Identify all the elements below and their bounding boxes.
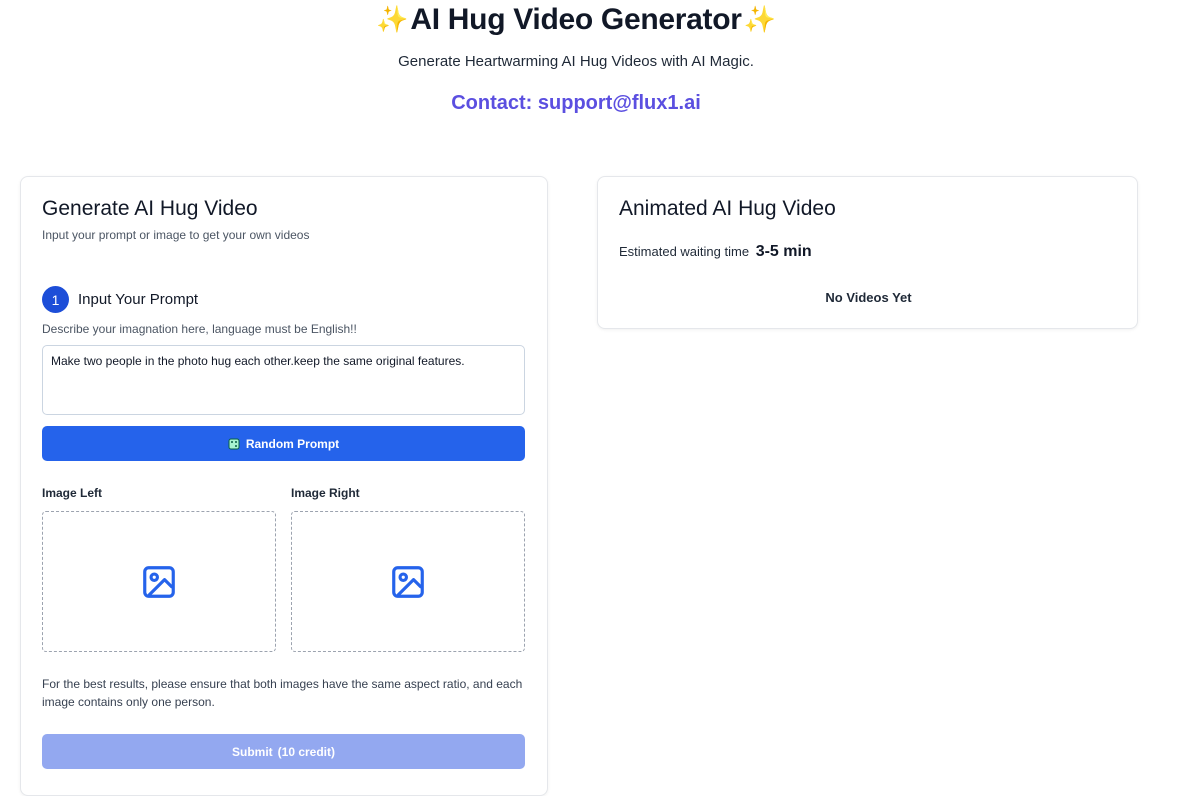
generator-subtitle: Input your prompt or image to get your o… xyxy=(42,228,310,242)
submit-credit: (10 credit) xyxy=(277,744,336,759)
generator-card: Generate AI Hug Video Input your prompt … xyxy=(20,176,548,796)
prompt-textarea[interactable]: Make two people in the photo hug each ot… xyxy=(42,345,525,415)
image-icon xyxy=(392,565,424,598)
waiting-time: Estimated waiting time 3-5 min xyxy=(619,243,812,261)
image-icon xyxy=(143,565,175,598)
waiting-time-value: 3-5 min xyxy=(755,243,812,260)
image-left-dropzone[interactable] xyxy=(42,511,276,652)
output-card: Animated AI Hug Video Estimated waiting … xyxy=(597,176,1138,329)
image-right-label: Image Right xyxy=(291,486,360,500)
prompt-hint: Describe your imagnation here, language … xyxy=(42,322,357,336)
output-title: Animated AI Hug Video xyxy=(619,197,836,220)
page-title: ✨ AI Hug Video Generator ✨ xyxy=(0,0,1152,40)
dice-icon xyxy=(228,438,240,449)
sparkle-icon: ✨ xyxy=(743,5,776,35)
submit-label: Submit xyxy=(231,744,273,759)
random-prompt-label: Random Prompt xyxy=(245,436,340,451)
generator-title: Generate AI Hug Video xyxy=(42,197,258,220)
image-guidance-note: For the best results, please ensure that… xyxy=(42,677,523,709)
page-title-text: AI Hug Video Generator xyxy=(410,3,742,36)
contact-link[interactable]: Contact: support@flux1.ai xyxy=(0,92,1152,115)
image-left-label: Image Left xyxy=(42,486,103,500)
empty-state-text: No Videos Yet xyxy=(825,290,912,305)
submit-button[interactable]: Submit (10 credit) xyxy=(42,734,525,769)
page-header: ✨ AI Hug Video Generator ✨ xyxy=(0,0,1152,40)
waiting-time-label: Estimated waiting time xyxy=(619,244,750,259)
sparkle-icon: ✨ xyxy=(376,5,409,35)
image-right-dropzone[interactable] xyxy=(291,511,525,652)
step-number-badge: 1 xyxy=(42,286,69,313)
page-subtitle: Generate Heartwarming AI Hug Videos with… xyxy=(398,53,754,70)
step-header: 1 Input Your Prompt xyxy=(42,286,198,313)
random-prompt-button[interactable]: Random Prompt xyxy=(42,426,525,461)
step-label: Input Your Prompt xyxy=(78,291,199,308)
